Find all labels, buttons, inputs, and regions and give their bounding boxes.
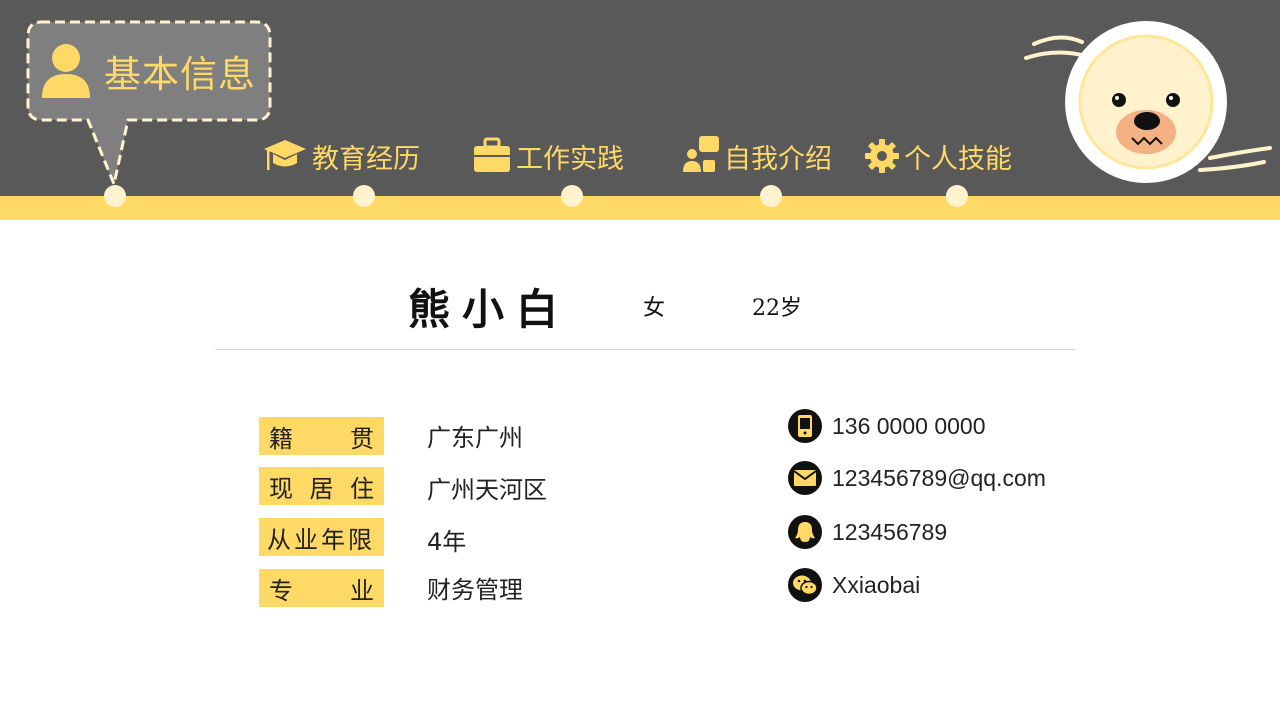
field-label-residence: 现 居 住 xyxy=(259,467,384,505)
qq-penguin-icon xyxy=(788,515,822,549)
field-value-hometown: 广东广州 xyxy=(427,423,523,452)
label-char: 籍 xyxy=(269,424,293,453)
field-value-residence: 广州天河区 xyxy=(427,475,547,504)
label-char: 专 xyxy=(269,576,293,605)
field-value-experience: 4年 xyxy=(427,527,467,556)
contact-email-text: 123456789@qq.com xyxy=(832,464,1046,491)
tab-label: 自我介绍 xyxy=(724,143,832,175)
divider xyxy=(215,349,1075,350)
field-label-hometown: 籍 贯 xyxy=(259,417,384,455)
tab-label: 教育经历 xyxy=(312,143,420,175)
graduation-cap-icon xyxy=(264,140,306,170)
phone-icon xyxy=(788,409,822,443)
tab-education[interactable]: 教育经历 xyxy=(262,136,420,176)
mail-icon xyxy=(788,461,822,495)
profile-row: 熊小白 女 22岁 xyxy=(0,276,1280,336)
bear-mascot-icon xyxy=(1024,21,1272,183)
presentation-user-icon xyxy=(683,136,719,172)
tab-basic-info[interactable]: 基本信息 xyxy=(40,36,260,106)
label-char: 业 xyxy=(350,576,374,605)
tab-work[interactable]: 工作实践 xyxy=(472,136,624,176)
field-label-major: 专 业 xyxy=(259,569,384,607)
timeline-dot xyxy=(946,185,968,207)
field-value-major: 财务管理 xyxy=(427,575,523,604)
contact-wechat-text: Xxiaobai xyxy=(832,571,921,598)
timeline-bar xyxy=(0,196,1280,220)
wechat-icon xyxy=(788,568,822,602)
timeline-dot xyxy=(760,185,782,207)
contact-phone-text: 136 0000 0000 xyxy=(832,412,986,439)
briefcase-icon xyxy=(474,137,510,172)
contact-phone: 136 0000 0000 xyxy=(788,408,986,444)
contact-email: 123456789@qq.com xyxy=(788,460,1046,496)
label-char: 居 xyxy=(309,474,334,503)
label-char: 住 xyxy=(350,474,374,503)
person-gender: 女 xyxy=(643,296,666,321)
field-label-experience: 从业年限 xyxy=(259,518,384,556)
tab-label: 个人技能 xyxy=(904,143,1012,175)
user-icon xyxy=(42,44,90,98)
person-name: 熊小白 xyxy=(408,285,571,334)
label-char: 贯 xyxy=(350,424,374,453)
timeline-dot xyxy=(561,185,583,207)
tab-self-intro[interactable]: 自我介绍 xyxy=(682,136,832,176)
tab-skills[interactable]: 个人技能 xyxy=(864,136,1012,176)
tab-label: 基本信息 xyxy=(104,53,256,96)
timeline-dot xyxy=(353,185,375,207)
tab-label: 工作实践 xyxy=(516,143,624,175)
label-char: 现 xyxy=(269,474,293,503)
contact-qq-text: 123456789 xyxy=(832,518,948,545)
contact-wechat: Xxiaobai xyxy=(788,567,920,603)
gear-icon xyxy=(865,139,899,173)
person-age: 22岁 xyxy=(752,296,802,321)
contact-qq: 123456789 xyxy=(788,514,947,550)
